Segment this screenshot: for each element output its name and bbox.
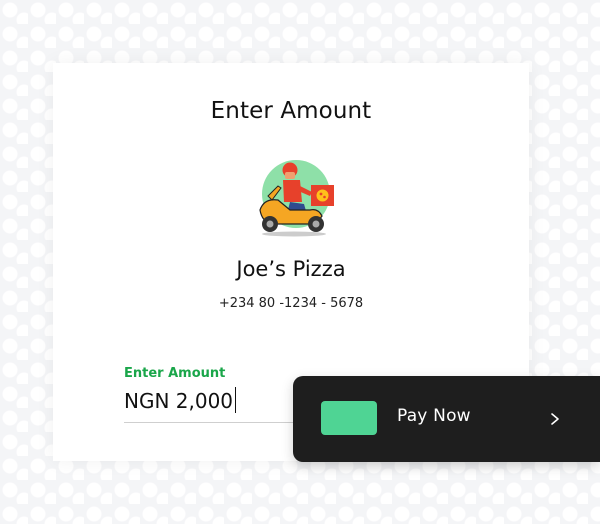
- amount-field-label: Enter Amount: [124, 366, 226, 381]
- amount-input-value: NGN 2,000: [124, 389, 234, 413]
- text-caret: [235, 387, 237, 413]
- pay-now-label: Pay Now: [397, 406, 471, 426]
- merchant-name: Joe’s Pizza: [236, 257, 346, 281]
- card-chip-icon: [321, 401, 377, 435]
- merchant-phone: +234 80 -1234 - 5678: [218, 296, 364, 311]
- chevron-right-icon: [551, 413, 559, 425]
- page-title: Enter Amount: [210, 98, 372, 124]
- delivery-scooter-icon: [259, 160, 334, 237]
- pay-now-button[interactable]: Pay Now: [293, 376, 600, 462]
